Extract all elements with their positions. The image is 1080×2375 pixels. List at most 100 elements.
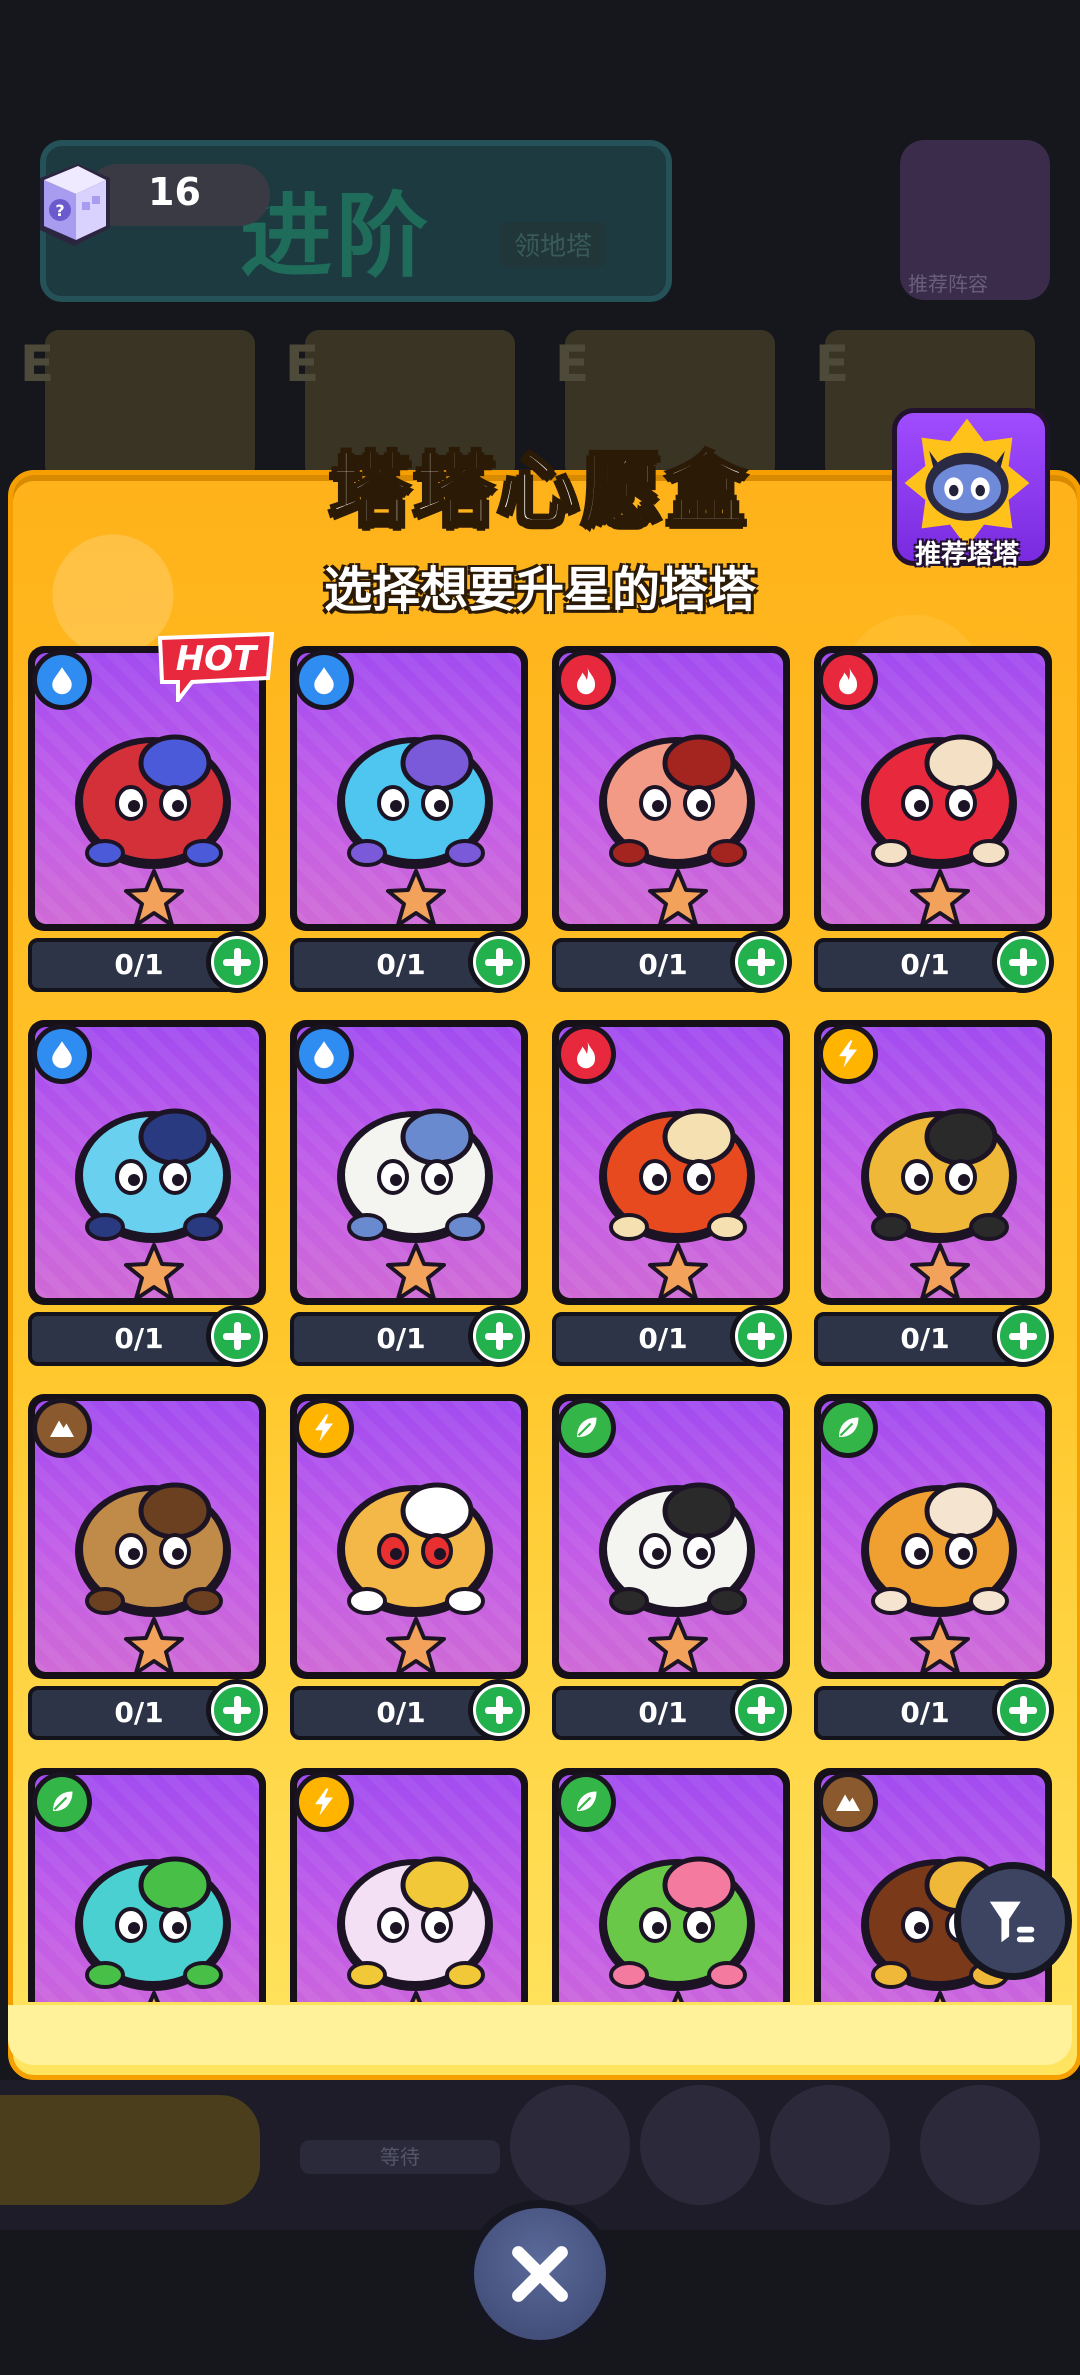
water-drop-icon xyxy=(37,655,87,705)
tower-card[interactable] xyxy=(290,1768,528,2002)
tower-card[interactable]: 0/1 xyxy=(814,646,1054,1006)
panel-bottom-strip xyxy=(8,2005,1072,2065)
lightning-icon xyxy=(299,1403,349,1453)
add-wish-button[interactable] xyxy=(992,931,1054,993)
mystery-box-icon: ? xyxy=(40,164,110,246)
star-rank-icon xyxy=(934,1991,946,2002)
tower-card[interactable]: 0/1 xyxy=(552,646,792,1006)
close-button-face xyxy=(474,2208,606,2340)
background-bottom-label: 等待 xyxy=(300,2140,500,2174)
star-rank-icon xyxy=(648,1617,708,1672)
tower-card-grid: 0/1 0/1 0/1 0/1 0/1 0/1 0/1 0/1 0/1 0/1 0/1 0/1 xyxy=(8,630,1072,2002)
background-card-letter: E xyxy=(285,335,320,393)
star-rank-icon xyxy=(148,1991,160,2002)
add-wish-button[interactable] xyxy=(992,1679,1054,1741)
tower-card[interactable]: 0/1 xyxy=(552,1020,792,1380)
background-card-letter: E xyxy=(815,335,850,393)
tower-card-frame xyxy=(28,1394,266,1679)
star-rank-icon xyxy=(386,1617,446,1672)
recommend-tower-label: 推荐塔塔 xyxy=(914,540,1019,570)
tower-card[interactable] xyxy=(28,1768,266,2002)
background-bottom-yellow xyxy=(0,2095,260,2205)
add-wish-button[interactable] xyxy=(730,1679,792,1741)
filter-button-face xyxy=(961,1869,1065,1973)
background-bottom-button xyxy=(640,2085,760,2205)
star-rank-icon xyxy=(910,1617,970,1672)
background-avatar-label: 推荐阵容 xyxy=(908,272,988,296)
water-drop-icon xyxy=(299,655,349,705)
element-badge xyxy=(818,650,878,710)
flame-icon xyxy=(823,655,873,705)
element-badge xyxy=(32,1024,92,1084)
tower-card[interactable]: 0/1 xyxy=(814,1394,1054,1754)
tower-card-frame xyxy=(552,1394,790,1679)
plus-icon xyxy=(997,1310,1049,1362)
tower-card-frame xyxy=(28,1020,266,1305)
add-wish-button[interactable] xyxy=(468,1679,530,1741)
plus-icon xyxy=(473,1310,525,1362)
tower-card[interactable]: 0/1 xyxy=(552,1394,792,1754)
tower-card[interactable]: 0/1 xyxy=(290,1394,530,1754)
background-card-letter: E xyxy=(20,335,55,393)
star-rank-icon xyxy=(910,869,970,924)
add-wish-button[interactable] xyxy=(206,1679,268,1741)
tower-card[interactable]: 0/1 xyxy=(814,1020,1054,1380)
filter-icon xyxy=(989,1901,1035,1943)
tower-card-frame xyxy=(552,1020,790,1305)
tower-card[interactable] xyxy=(552,1768,790,2002)
tower-card-frame xyxy=(290,1020,528,1305)
add-wish-button[interactable] xyxy=(206,931,268,993)
plus-icon xyxy=(997,936,1049,988)
plus-icon xyxy=(211,1684,263,1736)
svg-text:?: ? xyxy=(55,201,64,220)
leaf-icon xyxy=(37,1777,87,1827)
mountain-icon xyxy=(37,1403,87,1453)
tower-card-frame xyxy=(814,646,1052,931)
flame-icon xyxy=(561,1029,611,1079)
star-rank-icon xyxy=(124,869,184,924)
plus-icon xyxy=(997,1684,1049,1736)
background-bottom-button xyxy=(770,2085,890,2205)
plus-icon xyxy=(473,936,525,988)
add-wish-button[interactable] xyxy=(468,1305,530,1367)
add-wish-button[interactable] xyxy=(206,1305,268,1367)
tower-card[interactable]: 0/1 xyxy=(290,1020,530,1380)
leaf-icon xyxy=(823,1403,873,1453)
tower-card[interactable]: 0/1 xyxy=(28,1394,268,1754)
add-wish-button[interactable] xyxy=(468,931,530,993)
currency-value: 16 xyxy=(148,170,201,214)
tower-card-frame xyxy=(814,1020,1052,1305)
star-rank-icon xyxy=(910,1243,970,1298)
background-banner-subtitle: 领地塔 xyxy=(500,222,607,267)
star-rank-icon xyxy=(386,1243,446,1298)
star-rank-icon xyxy=(124,1617,184,1672)
hot-tag-icon: HOT xyxy=(157,632,275,702)
water-drop-icon xyxy=(299,1029,349,1079)
lightning-icon xyxy=(823,1029,873,1079)
background-card-letter: E xyxy=(555,335,590,393)
star-rank-icon xyxy=(410,1991,422,2002)
star-rank-icon xyxy=(648,869,708,924)
plus-icon xyxy=(735,936,787,988)
element-badge xyxy=(818,1772,878,1832)
element-badge xyxy=(294,1772,354,1832)
star-rank-icon xyxy=(648,1243,708,1298)
star-rank-icon xyxy=(386,869,446,924)
water-drop-icon xyxy=(37,1029,87,1079)
currency-counter: ? 16 xyxy=(30,150,270,246)
add-wish-button[interactable] xyxy=(730,931,792,993)
tower-card[interactable]: 0/1 xyxy=(28,1020,268,1380)
recommend-tower-button[interactable]: 推荐塔塔 xyxy=(888,408,1050,570)
close-button[interactable] xyxy=(466,2200,614,2348)
element-badge xyxy=(294,650,354,710)
add-wish-button[interactable] xyxy=(730,1305,792,1367)
plus-icon xyxy=(735,1684,787,1736)
element-badge xyxy=(32,650,92,710)
tower-card[interactable]: 0/1 xyxy=(290,646,530,1006)
element-badge xyxy=(294,1024,354,1084)
leaf-icon xyxy=(561,1777,611,1827)
filter-button[interactable] xyxy=(954,1862,1072,1980)
element-badge xyxy=(818,1398,878,1458)
add-wish-button[interactable] xyxy=(992,1305,1054,1367)
plus-icon xyxy=(473,1684,525,1736)
